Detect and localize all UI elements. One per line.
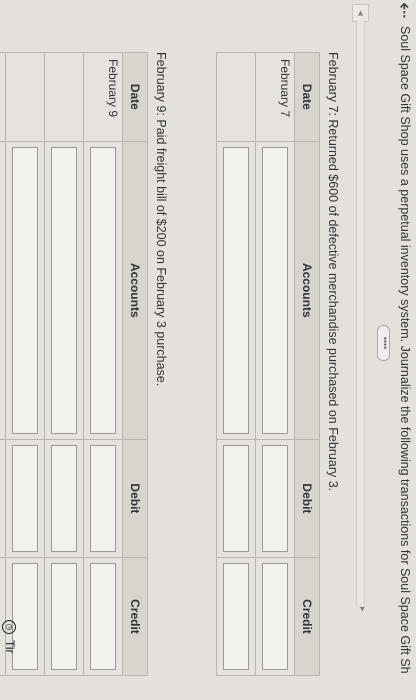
debit-input[interactable]: [223, 444, 249, 552]
table-row: [216, 52, 256, 676]
table-row: [5, 52, 45, 676]
col-date: Date: [294, 52, 320, 142]
debit-cell: [0, 439, 6, 558]
date-cell: [44, 52, 84, 142]
date-cell: February 7: [255, 52, 295, 142]
account-cell: [0, 141, 6, 440]
account-input[interactable]: [51, 146, 77, 434]
account-input[interactable]: [223, 146, 249, 434]
debit-input[interactable]: [51, 444, 77, 552]
debit-cell: [216, 439, 256, 558]
credit-cell: [0, 557, 6, 676]
more-button[interactable]: ••••: [377, 325, 390, 361]
col-debit: Debit: [122, 439, 148, 558]
table-row: [44, 52, 84, 676]
table-header-row: Date Accounts Debit Credit: [294, 52, 320, 676]
credit-cell: [216, 557, 256, 676]
credit-cell: [255, 557, 295, 676]
scroll-right-icon[interactable]: ▸: [357, 607, 368, 612]
clock-icon: ◷: [2, 620, 16, 634]
col-debit: Debit: [294, 439, 320, 558]
debit-input[interactable]: [12, 444, 38, 552]
col-credit: Credit: [294, 557, 320, 676]
account-cell: [216, 141, 256, 440]
col-accounts: Accounts: [294, 141, 320, 440]
account-input[interactable]: [90, 146, 116, 434]
date-cell: February 9: [83, 52, 123, 142]
table-row: February 9: [83, 52, 123, 676]
table-header-row: Date Accounts Debit Credit: [122, 52, 148, 676]
instruction-text: Soul Space Gift Shop uses a perpetual in…: [398, 26, 412, 674]
account-input[interactable]: [262, 146, 288, 434]
debit-cell: [255, 439, 295, 558]
account-cell: [44, 141, 84, 440]
horizontal-scrollbar[interactable]: [356, 20, 365, 606]
credit-input[interactable]: [262, 562, 288, 670]
account-cell: [5, 141, 45, 440]
col-date: Date: [122, 52, 148, 142]
transaction-prompt-feb9: February 9: Paid freight bill of $200 on…: [154, 52, 168, 387]
debit-input[interactable]: [262, 444, 288, 552]
table-row: [0, 52, 6, 676]
credit-input[interactable]: [51, 562, 77, 670]
col-accounts: Accounts: [122, 141, 148, 440]
account-cell: [83, 141, 123, 440]
date-cell: [216, 52, 256, 142]
back-arrow-icon[interactable]: ⇠: [393, 2, 415, 22]
date-cell: [0, 52, 6, 142]
time-remaining-label[interactable]: Tir: [3, 640, 17, 654]
debit-cell: [44, 439, 84, 558]
date-cell: [5, 52, 45, 142]
col-credit: Credit: [122, 557, 148, 676]
journal-table-feb9: Date Accounts Debit Credit February 9: [0, 52, 148, 676]
table-row: February 7: [255, 52, 295, 676]
debit-cell: [83, 439, 123, 558]
credit-cell: [5, 557, 45, 676]
debit-cell: [5, 439, 45, 558]
account-input[interactable]: [12, 146, 38, 434]
rotated-page: ⇠ Soul Space Gift Shop uses a perpetual …: [0, 0, 416, 700]
credit-cell: [83, 557, 123, 676]
credit-cell: [44, 557, 84, 676]
transaction-prompt-feb7: February 7: Returned $600 of defective m…: [326, 52, 340, 492]
debit-input[interactable]: [90, 444, 116, 552]
credit-input[interactable]: [223, 562, 249, 670]
credit-input[interactable]: [90, 562, 116, 670]
journal-table-feb7: Date Accounts Debit Credit February 7: [216, 52, 320, 676]
account-cell: [255, 141, 295, 440]
